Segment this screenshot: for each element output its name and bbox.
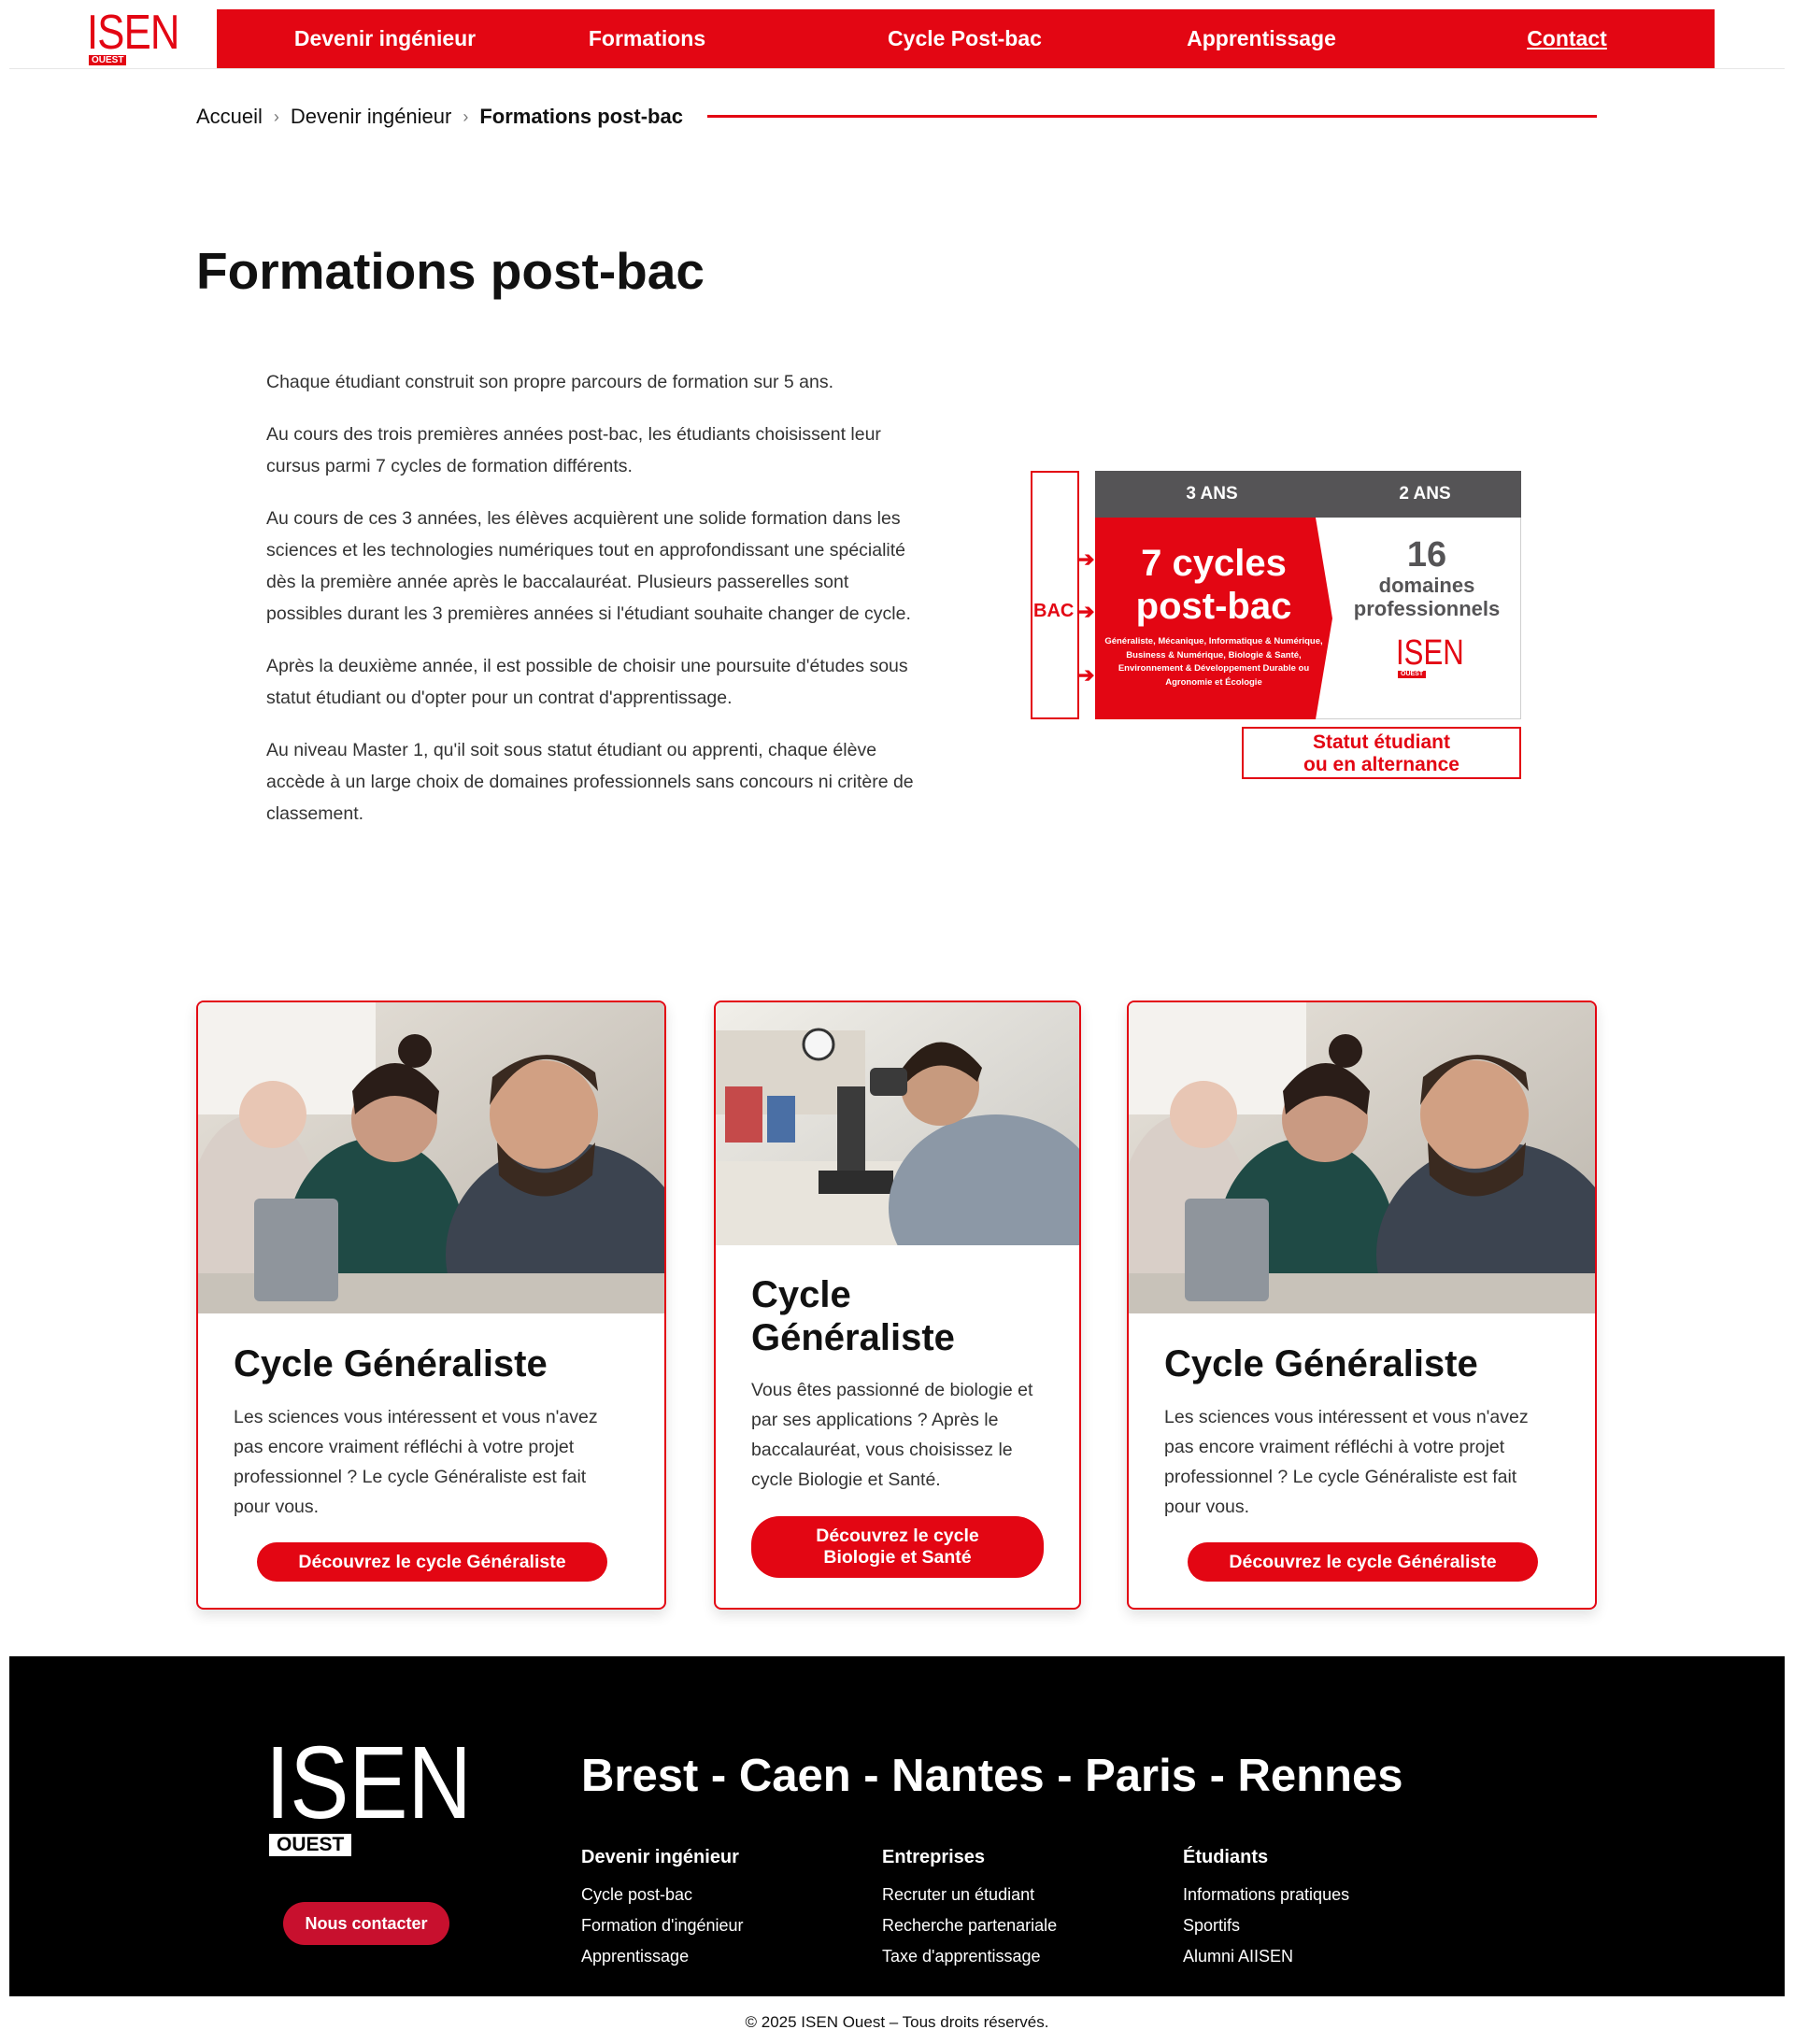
header-3-ans: 3 ANS	[1186, 484, 1238, 504]
logo-wordmark: ISEN	[1396, 633, 1464, 673]
isen-logo[interactable]: ISEN OUEST	[78, 7, 182, 69]
logo-wordmark: ISEN	[265, 1725, 472, 1840]
page-title: Formations post-bac	[196, 242, 705, 300]
students-photo	[198, 1002, 664, 1313]
domains-label: domaines professionnels	[1332, 574, 1521, 620]
nav-contact[interactable]: Contact	[1520, 9, 1614, 68]
cycles-panel: 7 cycles post-bac Généraliste, Mécanique…	[1095, 518, 1332, 719]
breadcrumb: Accueil › Devenir ingénieur › Formations…	[196, 103, 683, 131]
header-2-ans: 2 ANS	[1399, 484, 1451, 504]
card-title: Cycle Généraliste	[751, 1274, 955, 1358]
discover-generaliste-button[interactable]: Découvrez le cycle Généraliste	[257, 1542, 607, 1582]
cycles-title: 7 cycles post-bac	[1095, 542, 1332, 628]
cycle-card-generaliste: Cycle Généraliste Les sciences vous inté…	[1127, 1001, 1597, 1610]
footer-link[interactable]: Taxe d'apprentissage	[882, 1941, 1162, 1972]
nav-cycle-post-bac[interactable]: Cycle Post-bac	[874, 9, 1056, 68]
footer-column-title: Étudiants	[1183, 1847, 1269, 1867]
footer-link[interactable]: Formation d'ingénieur	[581, 1910, 861, 1941]
status-line: Statut étudiant	[1313, 731, 1450, 753]
discover-generaliste-button[interactable]: Découvrez le cycle Généraliste	[1188, 1542, 1538, 1582]
main-nav: Devenir ingénieur Formations Cycle Post-…	[217, 9, 1715, 68]
nav-apprentissage[interactable]: Apprentissage	[1168, 9, 1355, 68]
logo-wordmark: ISEN	[87, 6, 179, 60]
footer-link[interactable]: Sportifs	[1183, 1910, 1463, 1941]
domains-panel: 16 domaines professionnels ISEN OUEST	[1332, 518, 1521, 719]
button-label-line: Biologie et Santé	[823, 1547, 972, 1568]
logo-badge: OUEST	[1398, 671, 1427, 678]
domains-number: 16	[1406, 535, 1447, 575]
intro-paragraph: Au cours de ces 3 années, les élèves acq…	[266, 508, 911, 624]
campus-cities: Brest - Caen - Nantes - Paris - Rennes	[581, 1751, 1403, 1801]
domains-label-line: domaines	[1378, 574, 1475, 597]
footer-link[interactable]: Apprentissage	[581, 1941, 861, 1972]
card-description: Les sciences vous intéressent et vous n'…	[1164, 1407, 1529, 1517]
footer-column-title: Entreprises	[882, 1847, 986, 1867]
bac-box	[1031, 471, 1079, 719]
intro-paragraph: Chaque étudiant construit son propre par…	[266, 372, 834, 392]
button-label-line: Découvrez le cycle	[816, 1526, 979, 1546]
cycle-card-biologie: Cycle Généraliste Vous êtes passionné de…	[714, 1001, 1081, 1610]
diagram-isen-logo: ISEN OUEST	[1390, 635, 1465, 682]
copyright: © 2025 ISEN Ouest – Tous droits réservés…	[745, 2013, 1049, 2031]
footer-column-entreprises: Entreprises Recruter un étudiant Recherc…	[882, 1846, 1162, 1972]
breadcrumb-devenir-ingenieur[interactable]: Devenir ingénieur	[291, 105, 451, 129]
bac-label: BAC	[1033, 601, 1075, 621]
card-title: Cycle Généraliste	[1164, 1343, 1478, 1384]
intro-text: Chaque étudiant construit son propre par…	[266, 366, 920, 850]
intro-paragraph: Au niveau Master 1, qu'il soit sous stat…	[266, 740, 914, 824]
cycle-card-generaliste: Cycle Généraliste Les sciences vous inté…	[196, 1001, 666, 1610]
intro-paragraph: Au cours des trois premières années post…	[266, 424, 881, 476]
students-photo	[1129, 1002, 1595, 1313]
arrow-right-icon: ➔	[1077, 600, 1095, 623]
diagram-header: 3 ANS 2 ANS	[1095, 471, 1521, 518]
breadcrumb-separator: ›	[273, 106, 279, 126]
footer-link[interactable]: Cycle post-bac	[581, 1880, 861, 1910]
footer-column-etudiants: Étudiants Informations pratiques Sportif…	[1183, 1846, 1463, 1972]
breadcrumb-home[interactable]: Accueil	[196, 105, 263, 129]
cycles-title-line: 7 cycles	[1141, 543, 1287, 584]
nav-devenir-ingenieur[interactable]: Devenir ingénieur	[273, 9, 497, 68]
cycles-title-line: post-bac	[1135, 586, 1292, 627]
status-box: Statut étudiant ou en alternance	[1242, 727, 1521, 779]
arrow-right-icon: ➔	[1077, 547, 1095, 571]
site-footer: ISEN OUEST Nous contacter Brest - Caen -…	[9, 1656, 1785, 1996]
breadcrumb-separator: ›	[463, 106, 469, 126]
footer-column-devenir-ingenieur: Devenir ingénieur Cycle post-bac Formati…	[581, 1846, 861, 1972]
intro-paragraph: Après la deuxième année, il est possible…	[266, 656, 908, 708]
arrow-right-icon: ➔	[1077, 663, 1095, 687]
logo-badge: OUEST	[89, 55, 127, 65]
cycles-list: Généraliste, Mécanique, Informatique & N…	[1104, 636, 1323, 688]
discover-biologie-button[interactable]: Découvrez le cycle Biologie et Santé	[751, 1516, 1044, 1578]
contact-button[interactable]: Nous contacter	[283, 1902, 449, 1945]
formation-diagram: BAC ➔ ➔ ➔ 3 ANS 2 ANS 7 cycles post-bac …	[1031, 471, 1521, 779]
footer-link[interactable]: Informations pratiques	[1183, 1880, 1463, 1910]
site-header: ISEN OUEST Devenir ingénieur Formations …	[9, 0, 1785, 69]
breadcrumb-current: Formations post-bac	[479, 105, 683, 128]
logo-badge: OUEST	[269, 1834, 352, 1856]
microscope-photo	[716, 1002, 1079, 1245]
footer-isen-logo[interactable]: ISEN OUEST	[265, 1725, 472, 1860]
card-description: Vous êtes passionné de biologie et par s…	[751, 1380, 1033, 1490]
card-description: Les sciences vous intéressent et vous n'…	[234, 1407, 598, 1517]
breadcrumb-divider	[707, 115, 1597, 118]
nav-formations[interactable]: Formations	[575, 9, 719, 68]
status-line: ou en alternance	[1303, 754, 1459, 775]
card-title: Cycle Généraliste	[234, 1343, 548, 1384]
footer-column-title: Devenir ingénieur	[581, 1847, 739, 1867]
footer-link[interactable]: Recruter un étudiant	[882, 1880, 1162, 1910]
domains-label-line: professionnels	[1353, 597, 1501, 620]
footer-link[interactable]: Recherche partenariale	[882, 1910, 1162, 1941]
footer-link[interactable]: Alumni AIISEN	[1183, 1941, 1463, 1972]
